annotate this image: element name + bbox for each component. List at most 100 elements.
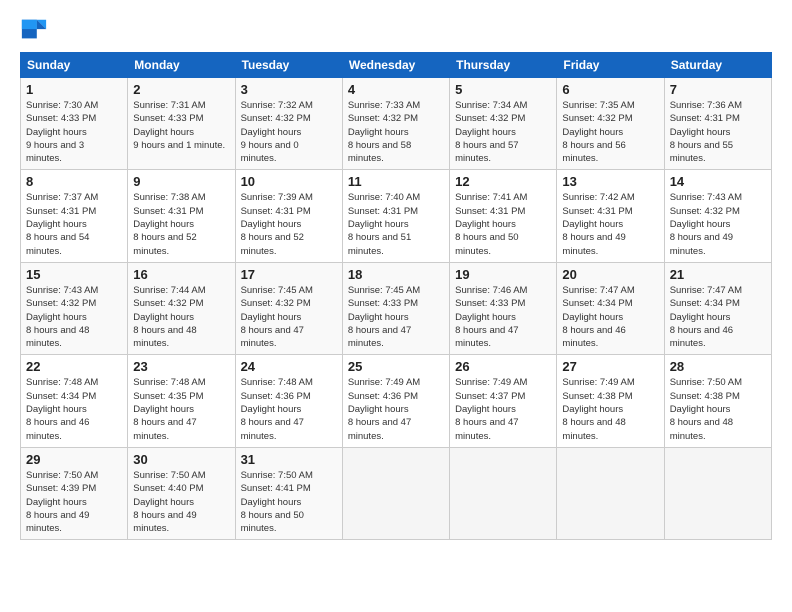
- day-info: Sunrise: 7:50 AM Sunset: 4:41 PM Dayligh…: [241, 469, 337, 535]
- day-number: 5: [455, 82, 551, 97]
- day-number: 11: [348, 174, 444, 189]
- calendar-cell: 13 Sunrise: 7:42 AM Sunset: 4:31 PM Dayl…: [557, 170, 664, 262]
- calendar-cell: [664, 447, 771, 539]
- calendar-cell: [450, 447, 557, 539]
- day-info: Sunrise: 7:33 AM Sunset: 4:32 PM Dayligh…: [348, 99, 444, 165]
- calendar-cell: 12 Sunrise: 7:41 AM Sunset: 4:31 PM Dayl…: [450, 170, 557, 262]
- calendar-cell: 7 Sunrise: 7:36 AM Sunset: 4:31 PM Dayli…: [664, 78, 771, 170]
- day-number: 14: [670, 174, 766, 189]
- day-info: Sunrise: 7:32 AM Sunset: 4:32 PM Dayligh…: [241, 99, 337, 165]
- week-row: 15 Sunrise: 7:43 AM Sunset: 4:32 PM Dayl…: [21, 262, 772, 354]
- day-header-thursday: Thursday: [450, 53, 557, 78]
- day-number: 7: [670, 82, 766, 97]
- calendar-cell: 17 Sunrise: 7:45 AM Sunset: 4:32 PM Dayl…: [235, 262, 342, 354]
- day-info: Sunrise: 7:37 AM Sunset: 4:31 PM Dayligh…: [26, 191, 122, 257]
- day-number: 17: [241, 267, 337, 282]
- calendar-cell: 10 Sunrise: 7:39 AM Sunset: 4:31 PM Dayl…: [235, 170, 342, 262]
- calendar-cell: [557, 447, 664, 539]
- week-row: 22 Sunrise: 7:48 AM Sunset: 4:34 PM Dayl…: [21, 355, 772, 447]
- day-info: Sunrise: 7:47 AM Sunset: 4:34 PM Dayligh…: [562, 284, 658, 350]
- day-number: 1: [26, 82, 122, 97]
- day-number: 10: [241, 174, 337, 189]
- day-number: 28: [670, 359, 766, 374]
- calendar-table: SundayMondayTuesdayWednesdayThursdayFrid…: [20, 52, 772, 540]
- header: [20, 16, 772, 44]
- day-info: Sunrise: 7:43 AM Sunset: 4:32 PM Dayligh…: [26, 284, 122, 350]
- day-info: Sunrise: 7:40 AM Sunset: 4:31 PM Dayligh…: [348, 191, 444, 257]
- day-number: 29: [26, 452, 122, 467]
- calendar-cell: 21 Sunrise: 7:47 AM Sunset: 4:34 PM Dayl…: [664, 262, 771, 354]
- calendar-cell: 5 Sunrise: 7:34 AM Sunset: 4:32 PM Dayli…: [450, 78, 557, 170]
- day-number: 6: [562, 82, 658, 97]
- day-number: 4: [348, 82, 444, 97]
- calendar-cell: 26 Sunrise: 7:49 AM Sunset: 4:37 PM Dayl…: [450, 355, 557, 447]
- day-info: Sunrise: 7:47 AM Sunset: 4:34 PM Dayligh…: [670, 284, 766, 350]
- day-info: Sunrise: 7:48 AM Sunset: 4:36 PM Dayligh…: [241, 376, 337, 442]
- day-number: 23: [133, 359, 229, 374]
- calendar-cell: 15 Sunrise: 7:43 AM Sunset: 4:32 PM Dayl…: [21, 262, 128, 354]
- day-info: Sunrise: 7:45 AM Sunset: 4:33 PM Dayligh…: [348, 284, 444, 350]
- day-info: Sunrise: 7:46 AM Sunset: 4:33 PM Dayligh…: [455, 284, 551, 350]
- calendar-cell: 4 Sunrise: 7:33 AM Sunset: 4:32 PM Dayli…: [342, 78, 449, 170]
- calendar-cell: 11 Sunrise: 7:40 AM Sunset: 4:31 PM Dayl…: [342, 170, 449, 262]
- calendar-cell: 25 Sunrise: 7:49 AM Sunset: 4:36 PM Dayl…: [342, 355, 449, 447]
- calendar-cell: 23 Sunrise: 7:48 AM Sunset: 4:35 PM Dayl…: [128, 355, 235, 447]
- calendar-cell: 2 Sunrise: 7:31 AM Sunset: 4:33 PM Dayli…: [128, 78, 235, 170]
- day-number: 13: [562, 174, 658, 189]
- calendar-cell: 14 Sunrise: 7:43 AM Sunset: 4:32 PM Dayl…: [664, 170, 771, 262]
- day-info: Sunrise: 7:49 AM Sunset: 4:37 PM Dayligh…: [455, 376, 551, 442]
- day-number: 19: [455, 267, 551, 282]
- day-info: Sunrise: 7:48 AM Sunset: 4:34 PM Dayligh…: [26, 376, 122, 442]
- day-number: 18: [348, 267, 444, 282]
- week-row: 8 Sunrise: 7:37 AM Sunset: 4:31 PM Dayli…: [21, 170, 772, 262]
- calendar-cell: 24 Sunrise: 7:48 AM Sunset: 4:36 PM Dayl…: [235, 355, 342, 447]
- day-info: Sunrise: 7:45 AM Sunset: 4:32 PM Dayligh…: [241, 284, 337, 350]
- logo: [20, 16, 52, 44]
- day-number: 3: [241, 82, 337, 97]
- day-info: Sunrise: 7:50 AM Sunset: 4:39 PM Dayligh…: [26, 469, 122, 535]
- day-info: Sunrise: 7:49 AM Sunset: 4:36 PM Dayligh…: [348, 376, 444, 442]
- week-row: 1 Sunrise: 7:30 AM Sunset: 4:33 PM Dayli…: [21, 78, 772, 170]
- calendar-cell: 18 Sunrise: 7:45 AM Sunset: 4:33 PM Dayl…: [342, 262, 449, 354]
- logo-icon: [20, 16, 48, 44]
- day-header-tuesday: Tuesday: [235, 53, 342, 78]
- day-number: 30: [133, 452, 229, 467]
- day-number: 26: [455, 359, 551, 374]
- day-info: Sunrise: 7:50 AM Sunset: 4:40 PM Dayligh…: [133, 469, 229, 535]
- day-header-saturday: Saturday: [664, 53, 771, 78]
- day-number: 2: [133, 82, 229, 97]
- day-header-friday: Friday: [557, 53, 664, 78]
- day-info: Sunrise: 7:36 AM Sunset: 4:31 PM Dayligh…: [670, 99, 766, 165]
- day-number: 12: [455, 174, 551, 189]
- calendar-cell: [342, 447, 449, 539]
- day-number: 31: [241, 452, 337, 467]
- day-number: 25: [348, 359, 444, 374]
- day-info: Sunrise: 7:44 AM Sunset: 4:32 PM Dayligh…: [133, 284, 229, 350]
- calendar-cell: 9 Sunrise: 7:38 AM Sunset: 4:31 PM Dayli…: [128, 170, 235, 262]
- calendar-cell: 16 Sunrise: 7:44 AM Sunset: 4:32 PM Dayl…: [128, 262, 235, 354]
- calendar-cell: 29 Sunrise: 7:50 AM Sunset: 4:39 PM Dayl…: [21, 447, 128, 539]
- day-info: Sunrise: 7:34 AM Sunset: 4:32 PM Dayligh…: [455, 99, 551, 165]
- calendar-cell: 6 Sunrise: 7:35 AM Sunset: 4:32 PM Dayli…: [557, 78, 664, 170]
- calendar-cell: 3 Sunrise: 7:32 AM Sunset: 4:32 PM Dayli…: [235, 78, 342, 170]
- day-info: Sunrise: 7:49 AM Sunset: 4:38 PM Dayligh…: [562, 376, 658, 442]
- day-number: 21: [670, 267, 766, 282]
- day-info: Sunrise: 7:31 AM Sunset: 4:33 PM Dayligh…: [133, 99, 229, 152]
- calendar-cell: 27 Sunrise: 7:49 AM Sunset: 4:38 PM Dayl…: [557, 355, 664, 447]
- day-info: Sunrise: 7:39 AM Sunset: 4:31 PM Dayligh…: [241, 191, 337, 257]
- day-info: Sunrise: 7:38 AM Sunset: 4:31 PM Dayligh…: [133, 191, 229, 257]
- calendar-cell: 31 Sunrise: 7:50 AM Sunset: 4:41 PM Dayl…: [235, 447, 342, 539]
- day-number: 22: [26, 359, 122, 374]
- calendar-cell: 19 Sunrise: 7:46 AM Sunset: 4:33 PM Dayl…: [450, 262, 557, 354]
- day-info: Sunrise: 7:50 AM Sunset: 4:38 PM Dayligh…: [670, 376, 766, 442]
- calendar-cell: 28 Sunrise: 7:50 AM Sunset: 4:38 PM Dayl…: [664, 355, 771, 447]
- day-number: 9: [133, 174, 229, 189]
- page-container: SundayMondayTuesdayWednesdayThursdayFrid…: [0, 0, 792, 550]
- day-info: Sunrise: 7:41 AM Sunset: 4:31 PM Dayligh…: [455, 191, 551, 257]
- day-number: 20: [562, 267, 658, 282]
- day-number: 15: [26, 267, 122, 282]
- calendar-cell: 30 Sunrise: 7:50 AM Sunset: 4:40 PM Dayl…: [128, 447, 235, 539]
- day-info: Sunrise: 7:43 AM Sunset: 4:32 PM Dayligh…: [670, 191, 766, 257]
- day-number: 8: [26, 174, 122, 189]
- day-header-monday: Monday: [128, 53, 235, 78]
